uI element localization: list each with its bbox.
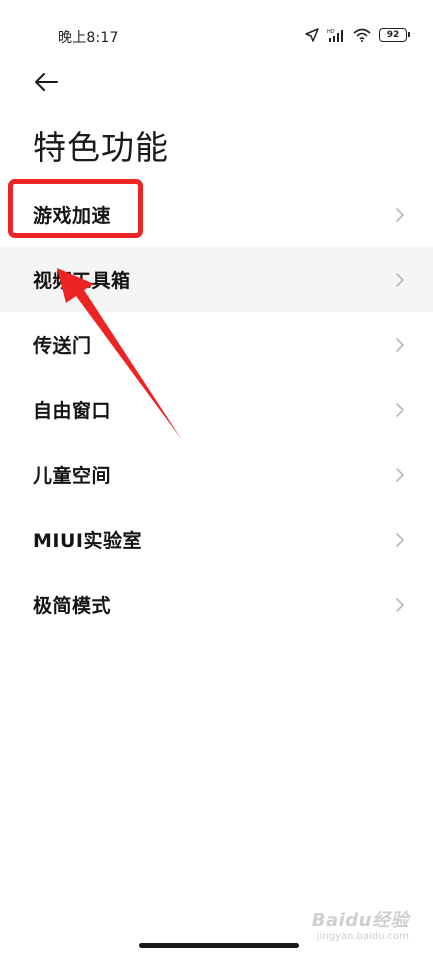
menu-item-miui-lab[interactable]: MIUI实验室	[0, 507, 433, 572]
menu-item-label: 视频工具箱	[33, 270, 131, 292]
signal-icon: HD	[327, 28, 345, 42]
menu-item-kids-space[interactable]: 儿童空间	[0, 442, 433, 507]
back-button[interactable]	[28, 68, 64, 100]
menu-item-label: 自由窗口	[33, 400, 112, 422]
chevron-right-icon	[395, 207, 405, 223]
menu-item-game-speedup[interactable]: 游戏加速	[0, 182, 433, 247]
battery-level: 92	[386, 30, 400, 40]
chevron-right-icon	[395, 532, 405, 548]
settings-menu-list: 游戏加速 视频工具箱 传送门 自由窗口 儿童空间 MIUI实验室 极简模式	[0, 182, 433, 637]
menu-item-label: 极简模式	[33, 595, 112, 617]
watermark: Baidu经验 jingyan.baidu.com	[312, 912, 409, 942]
menu-item-portal[interactable]: 传送门	[0, 312, 433, 377]
watermark-brand: Baidu经验	[311, 910, 409, 931]
menu-item-label: 儿童空间	[33, 465, 112, 487]
status-time: 晚上8:17	[58, 30, 119, 46]
arrow-left-icon	[33, 72, 59, 96]
chevron-right-icon	[395, 402, 405, 418]
chevron-right-icon	[395, 337, 405, 353]
menu-item-label: MIUI实验室	[33, 530, 142, 552]
svg-text:HD: HD	[327, 29, 335, 35]
status-icons: HD 92	[305, 25, 410, 45]
wifi-icon	[353, 28, 371, 42]
home-indicator[interactable]	[139, 943, 299, 948]
menu-item-label: 游戏加速	[33, 205, 112, 227]
chevron-right-icon	[395, 467, 405, 483]
menu-item-label: 传送门	[33, 335, 92, 357]
chevron-right-icon	[395, 272, 405, 288]
watermark-url: jingyan.baidu.com	[316, 931, 409, 942]
menu-item-minimal-mode[interactable]: 极简模式	[0, 572, 433, 637]
chevron-right-icon	[395, 597, 405, 613]
menu-item-free-window[interactable]: 自由窗口	[0, 377, 433, 442]
battery-icon: 92	[379, 28, 410, 42]
menu-item-video-toolbox[interactable]: 视频工具箱	[0, 247, 433, 312]
status-bar: 晚上8:17 HD 92	[0, 0, 433, 72]
location-icon	[305, 28, 319, 42]
page-title: 特色功能	[33, 128, 169, 167]
